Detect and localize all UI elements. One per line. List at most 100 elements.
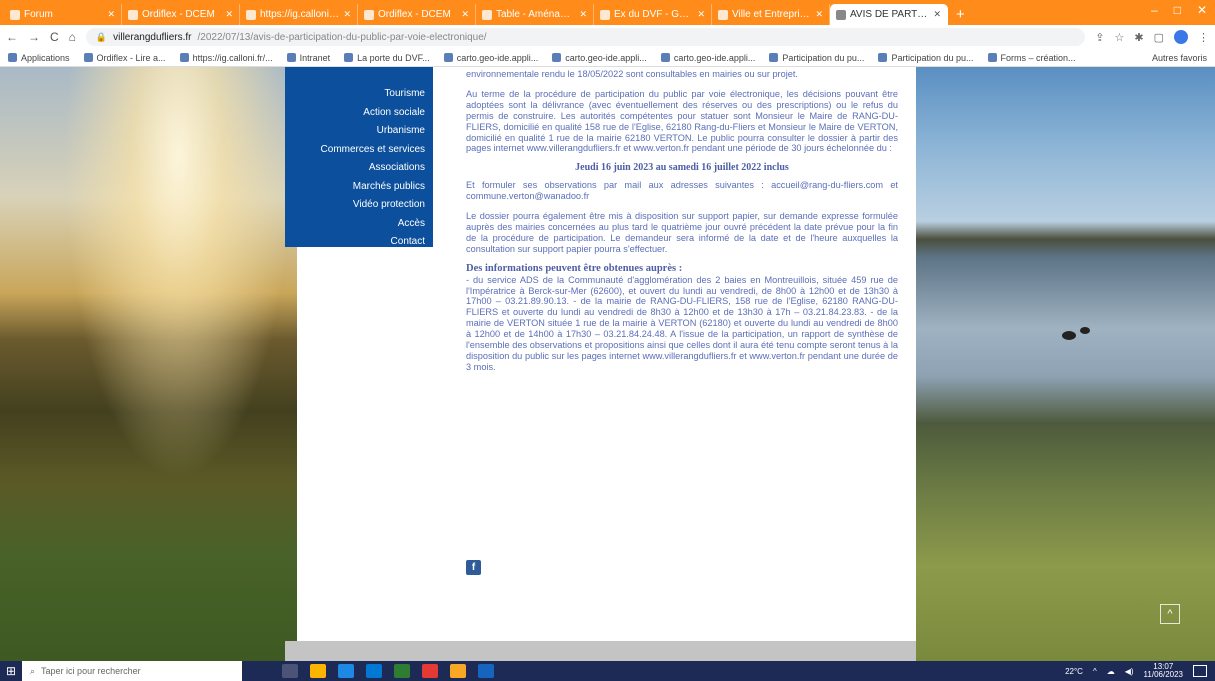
maximize-button[interactable]: □ xyxy=(1174,3,1181,17)
bookmark-item[interactable]: Intranet xyxy=(286,53,330,63)
url-field[interactable]: 🔒 villerangdufliers.fr/2022/07/13/avis-d… xyxy=(85,28,1086,46)
new-tab-button[interactable]: + xyxy=(948,4,973,25)
window-icon[interactable]: ▢ xyxy=(1154,31,1164,44)
menu-item-acces[interactable]: Accès xyxy=(285,215,425,234)
article-paragraph: environnementale rendu le 18/05/2022 son… xyxy=(466,69,798,79)
article-paragraph: Au terme de la procédure de participatio… xyxy=(466,88,898,154)
close-tab-icon[interactable]: ✕ xyxy=(461,9,469,20)
bookmark-label: carto.geo-ide.appli... xyxy=(565,52,647,63)
minimize-button[interactable]: – xyxy=(1151,3,1158,17)
network-icon[interactable]: ☁ xyxy=(1107,667,1115,676)
bookmark-label: La porte du DVF... xyxy=(357,52,430,63)
close-tab-icon[interactable]: ✕ xyxy=(107,9,115,20)
browser-tab[interactable]: https://ig.calloni.fr/... ✕ xyxy=(240,4,358,25)
bookmark-icon xyxy=(83,53,93,62)
bookmark-item[interactable]: Participation du pu... xyxy=(769,53,864,63)
bookmark-icon xyxy=(552,53,562,62)
menu-item-tourisme[interactable]: Tourisme xyxy=(285,85,425,104)
scroll-to-top-button[interactable]: ^ xyxy=(1160,604,1180,624)
bookmark-icon xyxy=(443,53,453,62)
file-explorer-icon[interactable] xyxy=(310,664,326,678)
taskbar-search-input[interactable]: ⌕ Taper ici pour rechercher xyxy=(22,661,242,681)
tab-title: Ordiflex - DCEM xyxy=(142,9,215,20)
close-tab-icon[interactable]: ✕ xyxy=(815,9,823,20)
browser-tab[interactable]: Ville et Entreprises - Vous✕ xyxy=(712,4,830,25)
browser-tab[interactable]: Ordiflex - DCEM ✕ xyxy=(122,4,240,25)
browser-tab[interactable]: AVIS DE PARTICIPATION ✕ xyxy=(830,4,948,25)
footer-strip xyxy=(285,641,916,661)
bookmark-item[interactable]: Participation du pu... xyxy=(878,53,974,63)
extensions-icon[interactable]: ✱ xyxy=(1134,31,1143,44)
notification-icon[interactable] xyxy=(1193,665,1207,677)
bookmark-item[interactable]: Ordiflex - Lire a... xyxy=(83,52,166,63)
word-icon[interactable] xyxy=(478,664,494,678)
start-button[interactable]: ⊞ xyxy=(0,661,22,681)
pinned-apps xyxy=(242,664,494,678)
edge-icon[interactable] xyxy=(338,664,354,678)
menu-item-video-protection[interactable]: Vidéo protection xyxy=(285,196,425,215)
back-icon[interactable]: ← xyxy=(6,30,18,44)
favicon-icon xyxy=(246,9,256,20)
close-tab-icon[interactable]: ✕ xyxy=(343,9,351,20)
clock[interactable]: 13:07 11/06/2023 xyxy=(1144,663,1183,679)
bookmark-icon xyxy=(8,53,17,62)
bookmark-icon xyxy=(286,53,296,62)
browser-tab[interactable]: Forum ✕ xyxy=(4,4,122,25)
folder-icon[interactable] xyxy=(450,664,466,678)
tab-title: Ex du DVF - Google Maps xyxy=(614,9,693,20)
bookmark-item[interactable]: carto.geo-ide.appli... xyxy=(443,53,538,63)
bookmark-item[interactable]: carto.geo-ide.appli... xyxy=(660,52,756,63)
article-paragraph: - du service ADS de la Communauté d'aggl… xyxy=(466,274,898,372)
mail-icon[interactable] xyxy=(366,664,382,678)
facebook-share-icon[interactable]: f xyxy=(466,560,481,575)
bookmark-item[interactable]: Forms – création... xyxy=(987,52,1076,63)
window-controls: – □ ✕ xyxy=(1151,3,1207,17)
bookmark-item[interactable]: carto.geo-ide.appli... xyxy=(552,53,647,63)
close-tab-icon[interactable]: ✕ xyxy=(225,9,233,20)
menu-item-urbanisme[interactable]: Urbanisme xyxy=(285,122,425,141)
teams-icon[interactable] xyxy=(394,664,410,678)
bookmark-item[interactable]: La porte du DVF... xyxy=(344,53,430,63)
star-icon[interactable]: ☆ xyxy=(1115,31,1125,44)
address-bar: ← → C ⌂ 🔒 villerangdufliers.fr/2022/07/1… xyxy=(0,25,1215,49)
tab-title: Ordiflex - DCEM xyxy=(378,9,451,20)
home-icon[interactable]: ⌂ xyxy=(69,30,76,44)
bookmark-item[interactable]: https://ig.calloni.fr/... xyxy=(179,53,273,63)
article-body: environnementale rendu le 18/05/2022 son… xyxy=(466,67,898,382)
share-icon[interactable]: ⇪ xyxy=(1095,31,1104,44)
volume-icon[interactable]: ◀) xyxy=(1125,667,1134,676)
profile-avatar[interactable] xyxy=(1174,30,1188,44)
favicon-icon xyxy=(10,9,20,20)
menu-item-contact[interactable]: Contact xyxy=(285,233,425,252)
menu-kebab-icon[interactable]: ⋮ xyxy=(1198,31,1209,44)
forward-icon[interactable]: → xyxy=(28,30,40,44)
menu-item-marches-publics[interactable]: Marchés publics xyxy=(285,178,425,197)
chrome-icon[interactable] xyxy=(422,664,438,678)
close-tab-icon[interactable]: ✕ xyxy=(933,9,941,20)
task-view-icon[interactable] xyxy=(282,664,298,678)
bookmark-item[interactable]: Applications xyxy=(8,53,70,63)
bookmark-label: carto.geo-ide.appli... xyxy=(673,52,756,63)
bookmarks-bar: Applications Ordiflex - Lire a... https://… xyxy=(0,49,1215,67)
menu-item-associations[interactable]: Associations xyxy=(285,159,425,178)
weather-widget[interactable]: 22°C xyxy=(1065,667,1083,676)
menu-item-action-sociale[interactable]: Action sociale xyxy=(285,104,425,123)
lock-icon: 🔒 xyxy=(95,31,108,42)
browser-tab[interactable]: Ex du DVF - Google Maps ✕ xyxy=(594,4,712,25)
reload-icon[interactable]: C xyxy=(50,30,59,44)
close-tab-icon[interactable]: ✕ xyxy=(697,9,705,20)
browser-tab[interactable]: Table - Aménagement ✕ xyxy=(476,4,594,25)
menu-item-commerces[interactable]: Commerces et services xyxy=(285,141,425,160)
tab-title: AVIS DE PARTICIPATION xyxy=(850,9,929,20)
bookmark-label: Ordiflex - Lire a... xyxy=(96,52,166,63)
other-bookmarks[interactable]: Autres favoris xyxy=(1152,53,1207,63)
tray-chevron-icon[interactable]: ^ xyxy=(1093,667,1097,676)
search-placeholder: Taper ici pour rechercher xyxy=(41,666,141,676)
close-window-button[interactable]: ✕ xyxy=(1197,3,1207,17)
article-paragraph: Le dossier pourra également être mis à d… xyxy=(466,211,898,254)
browser-tab[interactable]: Ordiflex - DCEM ✕ xyxy=(358,4,476,25)
bookmark-label: Forms – création... xyxy=(1000,52,1076,63)
windows-taskbar: ⊞ ⌕ Taper ici pour rechercher 22°C ^ ☁ ◀… xyxy=(0,661,1215,681)
background-photo-left xyxy=(0,67,297,661)
close-tab-icon[interactable]: ✕ xyxy=(579,9,587,20)
